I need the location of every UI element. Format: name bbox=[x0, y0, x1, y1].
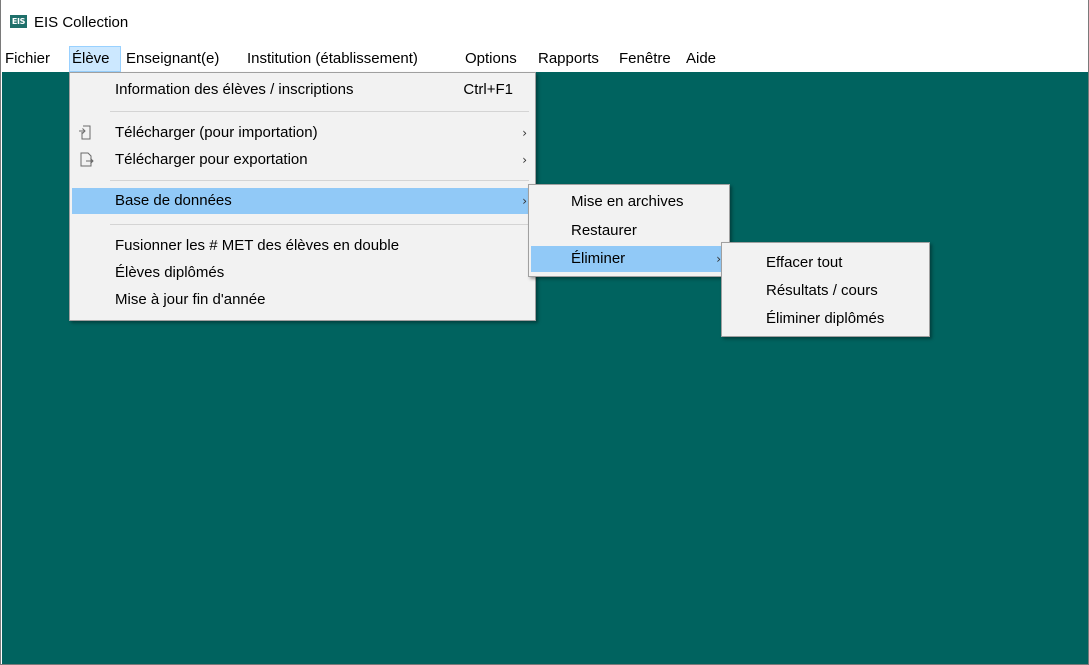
title-bar: EIS EIS Collection bbox=[1, 0, 1088, 44]
submenu-arrow-icon: › bbox=[522, 126, 527, 140]
menu-item-label: Restaurer bbox=[571, 222, 637, 239]
menu-separator bbox=[110, 180, 529, 181]
menu-item-year-end-update[interactable]: Mise à jour fin d'année bbox=[72, 287, 533, 313]
menu-item-label: Télécharger pour exportation bbox=[115, 151, 308, 168]
menu-options[interactable]: Options bbox=[463, 46, 519, 72]
export-icon bbox=[80, 152, 94, 167]
menu-eleve[interactable]: Élève bbox=[69, 46, 121, 72]
menu-item-label: Information des élèves / inscriptions bbox=[115, 81, 354, 98]
menu-item-graduated-students[interactable]: Élèves diplômés bbox=[72, 260, 533, 286]
eleve-dropdown-menu: Information des élèves / inscriptions Ct… bbox=[69, 72, 536, 321]
menu-item-label: Mise à jour fin d'année bbox=[115, 291, 266, 308]
menu-bar: Fichier Élève Enseignant(e) Institution … bbox=[1, 46, 1088, 72]
menu-item-label: Base de données bbox=[115, 192, 232, 209]
menu-item-student-info[interactable]: Information des élèves / inscriptions Ct… bbox=[72, 77, 533, 103]
menu-institution[interactable]: Institution (établissement) bbox=[245, 46, 420, 72]
menu-item-shortcut: Ctrl+F1 bbox=[463, 81, 513, 98]
submenu-arrow-icon: › bbox=[522, 194, 527, 208]
menu-item-label: Fusionner les # MET des élèves en double bbox=[115, 237, 400, 254]
window-title: EIS Collection bbox=[34, 14, 129, 31]
menu-item-export[interactable]: Télécharger pour exportation › bbox=[72, 147, 533, 173]
menu-item-label: Élèves diplômés bbox=[115, 264, 225, 281]
app-logo-icon: EIS bbox=[10, 15, 27, 28]
menu-item-label: Éliminer diplômés bbox=[766, 310, 885, 327]
menu-item-restore[interactable]: Restaurer bbox=[531, 218, 727, 244]
submenu-arrow-icon: › bbox=[522, 153, 527, 167]
menu-fenetre[interactable]: Fenêtre bbox=[617, 46, 673, 72]
menu-separator bbox=[110, 224, 529, 225]
menu-item-results-courses[interactable]: Résultats / cours bbox=[724, 278, 927, 304]
menu-fichier[interactable]: Fichier bbox=[3, 46, 52, 72]
menu-item-merge-duplicates[interactable]: Fusionner les # MET des élèves en double bbox=[72, 233, 533, 259]
menu-enseignant[interactable]: Enseignant(e) bbox=[124, 46, 221, 72]
menu-separator bbox=[110, 111, 529, 112]
menu-item-label: Résultats / cours bbox=[766, 282, 878, 299]
app-window: EIS EIS Collection Fichier Élève Enseign… bbox=[0, 0, 1089, 665]
menu-item-label: Mise en archives bbox=[571, 193, 684, 210]
menu-item-eliminate[interactable]: Éliminer › bbox=[531, 246, 727, 272]
database-submenu: Mise en archives Restaurer Éliminer › bbox=[528, 184, 730, 277]
menu-item-import[interactable]: Télécharger (pour importation) › bbox=[72, 120, 533, 146]
menu-item-eliminate-graduates[interactable]: Éliminer diplômés bbox=[724, 306, 927, 332]
menu-item-clear-all[interactable]: Effacer tout bbox=[724, 250, 927, 276]
menu-item-label: Télécharger (pour importation) bbox=[115, 124, 318, 141]
menu-item-archive[interactable]: Mise en archives bbox=[531, 189, 727, 215]
menu-item-database[interactable]: Base de données › bbox=[72, 188, 533, 214]
menu-rapports[interactable]: Rapports bbox=[536, 46, 601, 72]
eliminate-submenu: Effacer tout Résultats / cours Éliminer … bbox=[721, 242, 930, 337]
menu-aide[interactable]: Aide bbox=[684, 46, 718, 72]
menu-item-label: Effacer tout bbox=[766, 254, 843, 271]
menu-item-label: Éliminer bbox=[571, 250, 626, 267]
import-icon bbox=[79, 125, 91, 140]
